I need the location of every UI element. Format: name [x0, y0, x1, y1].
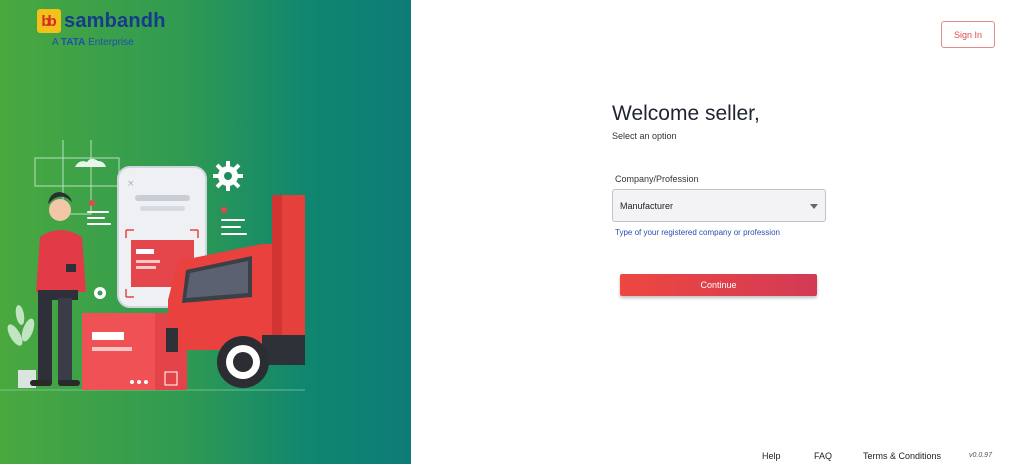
gear-icon — [213, 161, 243, 191]
page-subtitle: Select an option — [612, 131, 677, 141]
svg-text:×: × — [127, 179, 135, 189]
brand-name: sambandh — [64, 9, 166, 32]
brand-badge-icon: bb — [37, 9, 61, 33]
brand-tagline: A TATA Enterprise — [52, 37, 134, 48]
company-profession-label: Company/Profession — [615, 174, 699, 184]
chevron-down-icon — [810, 204, 818, 209]
box-outline-icon — [34, 140, 120, 215]
login-panel: Sign In Welcome seller, Select an option… — [411, 0, 1024, 464]
continue-button[interactable]: Continue — [620, 274, 817, 296]
version-label: v0.0.97 — [969, 452, 992, 459]
person-illustration — [30, 192, 86, 386]
hero-panel: bb sambandh A TATA Enterprise × — [0, 0, 411, 464]
company-profession-select[interactable]: Manufacturer — [612, 189, 826, 222]
selected-value: Manufacturer — [620, 200, 674, 211]
delivery-illustration: × — [0, 140, 305, 391]
helper-text: Type of your registered company or profe… — [615, 228, 780, 237]
footer-link-faq[interactable]: FAQ — [814, 451, 832, 461]
brand-logo: bb sambandh A TATA Enterprise — [37, 9, 166, 48]
cloud-icon — [75, 158, 106, 167]
footer-link-help[interactable]: Help — [762, 451, 781, 461]
plant-icon — [7, 305, 36, 388]
footer-link-terms[interactable]: Terms & Conditions — [863, 451, 941, 461]
small-gear-icon — [94, 287, 106, 299]
signin-button[interactable]: Sign In — [941, 21, 995, 48]
page-title: Welcome seller, — [612, 102, 760, 125]
